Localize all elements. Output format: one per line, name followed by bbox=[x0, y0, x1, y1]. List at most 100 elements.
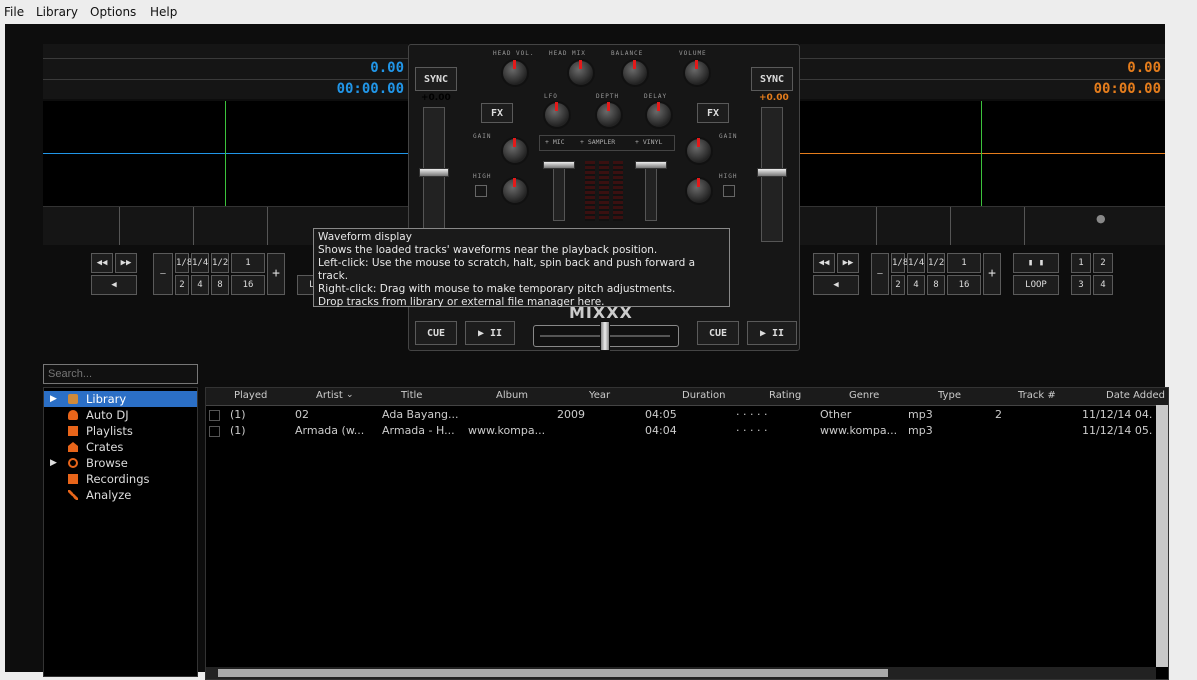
deck2-beat-2[interactable]: 2 bbox=[891, 275, 905, 295]
table-row[interactable]: (1) Armada (w... Armada - H... www.kompa… bbox=[206, 423, 1156, 439]
col-played[interactable]: Played bbox=[234, 390, 267, 401]
deck2-ffwd-button[interactable]: ▶▶ bbox=[837, 253, 859, 273]
deck1-volume-handle[interactable] bbox=[543, 161, 575, 169]
col-duration[interactable]: Duration bbox=[682, 390, 725, 401]
deck2-overview[interactable]: ● bbox=[800, 206, 1165, 245]
table-row[interactable]: (1) 02 Ada Bayang... 2009 04:05 · · · · … bbox=[206, 407, 1156, 423]
tab-sampler[interactable]: + SAMPLER bbox=[580, 138, 615, 146]
sidebar-item-analyze[interactable]: Analyze bbox=[44, 487, 197, 503]
deck1-rewind-button[interactable]: ◀◀ bbox=[91, 253, 113, 273]
lfo-knob[interactable] bbox=[543, 101, 571, 129]
deck1-gain-knob[interactable] bbox=[501, 137, 529, 165]
deck1-high-knob[interactable] bbox=[501, 177, 529, 205]
menu-options[interactable]: Options bbox=[90, 5, 136, 19]
deck2-hotcue-3[interactable]: 3 bbox=[1071, 275, 1091, 295]
deck1-beatloop-minus[interactable]: — bbox=[153, 253, 173, 295]
deck2-sync-button[interactable]: SYNC bbox=[751, 67, 793, 91]
deck2-beatloop-plus[interactable]: + bbox=[983, 253, 1001, 295]
deck2-hotcue-4[interactable]: 4 bbox=[1093, 275, 1113, 295]
deck1-back-button[interactable]: ◀ bbox=[91, 275, 137, 295]
deck2-beat-1-8[interactable]: 1/8 bbox=[891, 253, 908, 273]
sidebar-item-auto-dj[interactable]: Auto DJ bbox=[44, 407, 197, 423]
deck2-volume-fader[interactable] bbox=[645, 161, 657, 221]
row-checkbox[interactable] bbox=[209, 410, 220, 421]
table-horizontal-scrollbar[interactable] bbox=[206, 667, 1156, 679]
deck2-beat-16[interactable]: 16 bbox=[947, 275, 981, 295]
tab-vinyl[interactable]: + VINYL bbox=[635, 138, 662, 146]
col-album[interactable]: Album bbox=[496, 390, 528, 401]
deck2-eject-icon[interactable]: ● bbox=[1096, 212, 1106, 225]
deck2-beatloop-minus[interactable]: — bbox=[871, 253, 889, 295]
sidebar-item-playlists[interactable]: Playlists bbox=[44, 423, 197, 439]
deck2-beat-1-4[interactable]: 1/4 bbox=[907, 253, 925, 273]
deck2-beat-4[interactable]: 4 bbox=[907, 275, 925, 295]
deck2-beat-1-2[interactable]: 1/2 bbox=[927, 253, 945, 273]
cell-rating[interactable]: · · · · · bbox=[736, 407, 767, 423]
deck1-beat-1-2[interactable]: 1/2 bbox=[211, 253, 229, 273]
deck1-beat-4[interactable]: 4 bbox=[191, 275, 209, 295]
sidebar-item-library[interactable]: ▶ Library bbox=[44, 391, 197, 407]
deck2-high-knob[interactable] bbox=[685, 177, 713, 205]
sidebar-item-recordings[interactable]: Recordings bbox=[44, 471, 197, 487]
deck1-beat-1[interactable]: 1 bbox=[231, 253, 265, 273]
deck1-ffwd-button[interactable]: ▶▶ bbox=[115, 253, 137, 273]
menu-library[interactable]: Library bbox=[36, 5, 78, 19]
head-vol-knob[interactable] bbox=[501, 59, 529, 87]
deck1-beat-16[interactable]: 16 bbox=[231, 275, 265, 295]
search-input[interactable] bbox=[43, 364, 198, 384]
deck1-beat-1-8[interactable]: 1/8 bbox=[175, 253, 192, 273]
table-vertical-scrollbar[interactable] bbox=[1156, 405, 1168, 667]
sidebar-item-crates[interactable]: Crates bbox=[44, 439, 197, 455]
deck2-pitch-handle[interactable] bbox=[757, 168, 787, 177]
sidebar-item-browse[interactable]: ▶ Browse bbox=[44, 455, 197, 471]
volume-knob[interactable] bbox=[683, 59, 711, 87]
col-track-number[interactable]: Track # bbox=[1018, 390, 1056, 401]
deck1-sync-button[interactable]: SYNC bbox=[415, 67, 457, 91]
deck1-waveform[interactable] bbox=[43, 101, 408, 206]
row-checkbox[interactable] bbox=[209, 426, 220, 437]
deck2-play-button[interactable]: ▶ II bbox=[747, 321, 797, 345]
scrollbar-thumb[interactable] bbox=[218, 669, 888, 677]
expand-arrow-icon[interactable]: ▶ bbox=[50, 391, 57, 407]
deck2-hotcue-2[interactable]: 2 bbox=[1093, 253, 1113, 273]
deck1-beatloop-plus[interactable]: + bbox=[267, 253, 285, 295]
expand-arrow-icon[interactable]: ▶ bbox=[50, 455, 57, 471]
deck2-beat-8[interactable]: 8 bbox=[927, 275, 945, 295]
balance-knob[interactable] bbox=[621, 59, 649, 87]
deck1-pitch-handle[interactable] bbox=[419, 168, 449, 177]
deck2-back-button[interactable]: ◀ bbox=[813, 275, 859, 295]
col-date-added[interactable]: Date Added bbox=[1106, 390, 1165, 401]
col-type[interactable]: Type bbox=[938, 390, 961, 401]
deck1-beat-8[interactable]: 8 bbox=[211, 275, 229, 295]
col-rating[interactable]: Rating bbox=[769, 390, 801, 401]
deck1-beat-2[interactable]: 2 bbox=[175, 275, 189, 295]
deck2-waveform[interactable] bbox=[800, 101, 1165, 206]
deck2-fx-button[interactable]: FX bbox=[697, 103, 729, 123]
crossfader[interactable] bbox=[533, 321, 679, 351]
delay-knob[interactable] bbox=[645, 101, 673, 129]
col-artist[interactable]: Artist bbox=[316, 390, 343, 401]
menu-file[interactable]: File bbox=[4, 5, 24, 19]
deck2-eq-kill-toggle[interactable] bbox=[723, 185, 735, 197]
deck2-beat-1[interactable]: 1 bbox=[947, 253, 981, 273]
deck2-cue-button[interactable]: CUE bbox=[697, 321, 739, 345]
cell-rating[interactable]: · · · · · bbox=[736, 423, 767, 439]
deck1-beat-1-4[interactable]: 1/4 bbox=[191, 253, 209, 273]
menu-help[interactable]: Help bbox=[150, 5, 177, 19]
col-genre[interactable]: Genre bbox=[849, 390, 879, 401]
deck1-cue-button[interactable]: CUE bbox=[415, 321, 457, 345]
deck1-eq-kill-toggle[interactable] bbox=[475, 185, 487, 197]
col-title[interactable]: Title bbox=[401, 390, 422, 401]
deck1-fx-button[interactable]: FX bbox=[481, 103, 513, 123]
deck2-gain-knob[interactable] bbox=[685, 137, 713, 165]
deck2-loop-in-out[interactable]: ▮ ▮ bbox=[1013, 253, 1059, 273]
deck1-play-button[interactable]: ▶ II bbox=[465, 321, 515, 345]
head-mix-knob[interactable] bbox=[567, 59, 595, 87]
crossfader-handle[interactable] bbox=[600, 321, 610, 351]
col-year[interactable]: Year bbox=[589, 390, 610, 401]
deck2-loop-button[interactable]: LOOP bbox=[1013, 275, 1059, 295]
deck2-hotcue-1[interactable]: 1 bbox=[1071, 253, 1091, 273]
deck2-rewind-button[interactable]: ◀◀ bbox=[813, 253, 835, 273]
tab-mic[interactable]: + MIC bbox=[545, 138, 565, 146]
depth-knob[interactable] bbox=[595, 101, 623, 129]
